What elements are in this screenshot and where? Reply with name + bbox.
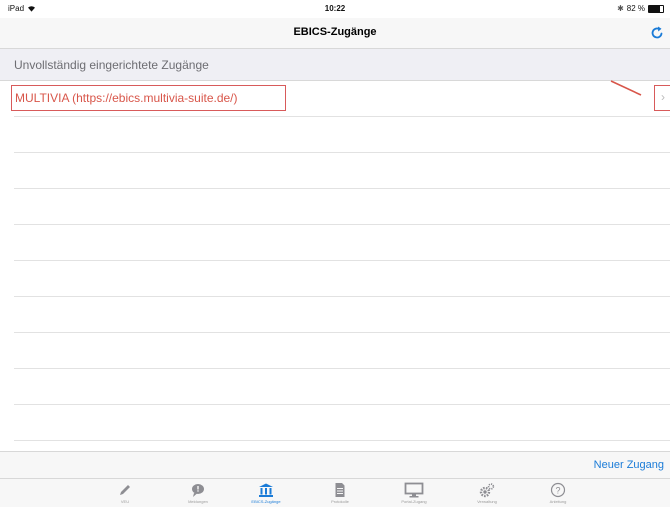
- battery-fill: [649, 5, 661, 12]
- battery-icon: [648, 4, 664, 13]
- row-separator: [14, 296, 670, 297]
- tab-portal-zugang[interactable]: Portal-Zugang: [384, 482, 444, 504]
- new-access-button[interactable]: Neuer Zugang: [594, 459, 664, 471]
- section-header: Unvollständig eingerichtete Zugänge: [0, 49, 670, 81]
- status-time: 10:22: [324, 4, 346, 13]
- tab-label: Protokolle: [331, 499, 349, 504]
- row-separator: [14, 440, 670, 441]
- pencil-icon: [120, 485, 130, 495]
- list-item[interactable]: MULTIVIA (https://ebics.multivia-suite.d…: [0, 81, 670, 116]
- tab-label: VEU: [120, 499, 130, 504]
- row-separator: [14, 224, 670, 225]
- help-icon: ?: [550, 482, 566, 498]
- tab-bar: VEU Meldungen EBICS-Zugänge Protokolle P…: [0, 478, 670, 507]
- bank-icon: [259, 483, 273, 497]
- tab-label: Verwaltung: [477, 499, 497, 504]
- navigation-bar: EBICS-Zugänge: [0, 18, 670, 49]
- tab-label: Meldungen: [188, 499, 208, 504]
- tab-label: EBICS-Zugänge: [251, 499, 281, 504]
- message-icon: [192, 484, 204, 497]
- tab-label: Portal-Zugang: [401, 499, 427, 504]
- page-title: EBICS-Zugänge: [293, 26, 377, 38]
- row-separator: [14, 332, 670, 333]
- section-header-label: Unvollständig eingerichtete Zugänge: [14, 58, 209, 72]
- bluetooth-icon: ✱: [617, 4, 624, 13]
- gears-icon: [479, 483, 495, 498]
- bottom-toolbar: Neuer Zugang: [0, 451, 670, 478]
- list-item-label: MULTIVIA (https://ebics.multivia-suite.d…: [15, 91, 238, 105]
- status-bar: iPad 10:22 ✱ 82 %: [0, 0, 670, 18]
- tab-verwaltung[interactable]: Verwaltung: [457, 482, 517, 504]
- tab-anleitung[interactable]: ? Anleitung: [528, 482, 588, 504]
- row-separator: [14, 116, 670, 117]
- row-separator: [14, 404, 670, 405]
- row-separator: [14, 260, 670, 261]
- battery-percent: 82 %: [626, 4, 645, 13]
- monitor-icon: [404, 482, 424, 498]
- tab-ebics-zugaenge[interactable]: EBICS-Zugänge: [236, 482, 296, 504]
- annotation-arrow: [610, 80, 642, 96]
- tab-meldungen[interactable]: Meldungen: [168, 482, 228, 504]
- row-separator: [14, 368, 670, 369]
- tab-label: Anleitung: [549, 499, 567, 504]
- chevron-right-icon[interactable]: ›: [661, 90, 665, 104]
- tab-protokolle[interactable]: Protokolle: [310, 482, 370, 504]
- svg-text:?: ?: [555, 486, 560, 496]
- row-separator: [14, 152, 670, 153]
- row-separator: [14, 188, 670, 189]
- tab-veu[interactable]: VEU: [95, 482, 155, 504]
- refresh-icon[interactable]: [649, 25, 665, 41]
- document-icon: [335, 483, 345, 497]
- status-right: ✱ 82 %: [617, 4, 664, 13]
